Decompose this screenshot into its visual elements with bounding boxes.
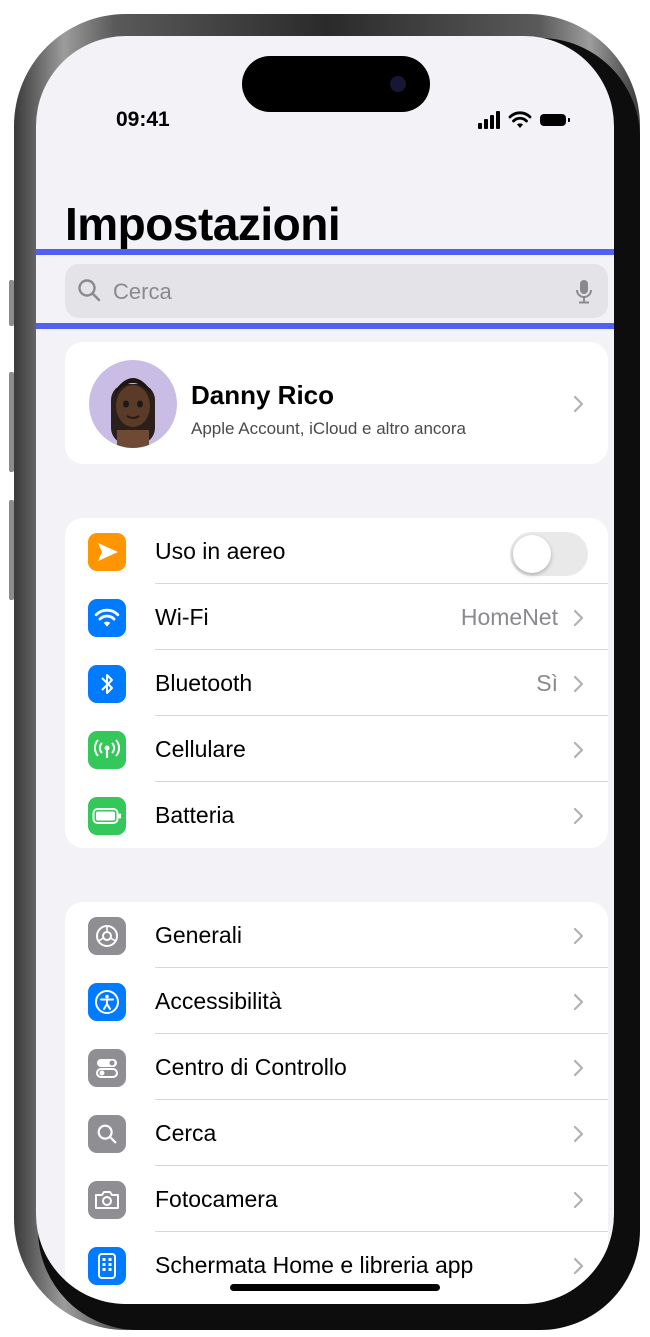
cellular-antenna-icon (88, 731, 126, 769)
row-wifi[interactable]: Wi-Fi HomeNet (65, 584, 608, 650)
row-value: Sì (536, 670, 558, 696)
row-label: Wi-Fi (155, 604, 209, 630)
chevron-right-icon (573, 993, 584, 1011)
profile-subtitle: Apple Account, iCloud e altro ancora (191, 419, 467, 438)
wifi-status-icon (508, 111, 532, 128)
row-accessibility[interactable]: Accessibilità (65, 968, 608, 1034)
connectivity-section: Uso in aereo Wi-Fi HomeNet Bluetooth Sì (65, 518, 608, 848)
search-icon (88, 1115, 126, 1153)
row-bluetooth[interactable]: Bluetooth Sì (65, 650, 608, 716)
row-label: Cerca (155, 1120, 217, 1146)
row-label: Cellulare (155, 736, 246, 762)
dynamic-island (242, 56, 430, 112)
row-label: Generali (155, 922, 242, 948)
row-airplane-mode[interactable]: Uso in aereo (65, 518, 608, 584)
row-label: Fotocamera (155, 1186, 278, 1212)
screen: 09:41 Impostazioni Cerca Danny Rico Appl… (36, 36, 614, 1304)
row-camera[interactable]: Fotocamera (65, 1166, 608, 1232)
profile-name: Danny Rico (191, 380, 335, 410)
airplane-mode-toggle[interactable] (510, 532, 588, 576)
chevron-right-icon (573, 927, 584, 945)
chevron-right-icon (573, 807, 584, 825)
chevron-right-icon (573, 1257, 584, 1275)
chevron-right-icon (573, 395, 584, 413)
chevron-right-icon (573, 675, 584, 693)
home-screen-icon (88, 1247, 126, 1285)
volume-up-button (9, 372, 14, 472)
gear-icon (88, 917, 126, 955)
home-indicator[interactable] (230, 1284, 440, 1291)
chevron-right-icon (573, 741, 584, 759)
camera-icon (88, 1181, 126, 1219)
volume-down-button (9, 500, 14, 600)
chevron-right-icon (573, 1059, 584, 1077)
signal-icon (478, 111, 500, 129)
page-title: Impostazioni (65, 198, 341, 250)
chevron-right-icon (573, 1125, 584, 1143)
row-label: Batteria (155, 802, 235, 828)
search-highlight-box (36, 249, 614, 329)
bluetooth-icon (88, 665, 126, 703)
airplane-icon (88, 533, 126, 571)
row-search[interactable]: Cerca (65, 1100, 608, 1166)
row-general[interactable]: Generali (65, 902, 608, 968)
profile-card[interactable]: Danny Rico Apple Account, iCloud e altro… (65, 342, 608, 464)
status-time: 09:41 (116, 108, 170, 131)
row-cellular[interactable]: Cellulare (65, 716, 608, 782)
row-label: Accessibilità (155, 988, 282, 1014)
row-value: HomeNet (460, 604, 558, 630)
row-battery[interactable]: Batteria (65, 782, 608, 848)
control-center-icon (88, 1049, 126, 1087)
general-section: Generali Accessibilità Centro di Control… (65, 902, 608, 1304)
row-label: Schermata Home e libreria app (155, 1252, 474, 1278)
accessibility-icon (88, 983, 126, 1021)
row-label: Bluetooth (155, 670, 253, 696)
mute-switch (9, 280, 14, 326)
chevron-right-icon (573, 609, 584, 627)
chevron-right-icon (573, 1191, 584, 1209)
status-icons (478, 109, 570, 129)
row-label: Uso in aereo (155, 538, 286, 564)
wifi-icon (88, 599, 126, 637)
row-control-center[interactable]: Centro di Controllo (65, 1034, 608, 1100)
row-label: Centro di Controllo (155, 1054, 347, 1080)
avatar (89, 360, 177, 448)
battery-status-icon (540, 114, 570, 126)
battery-icon (88, 797, 126, 835)
